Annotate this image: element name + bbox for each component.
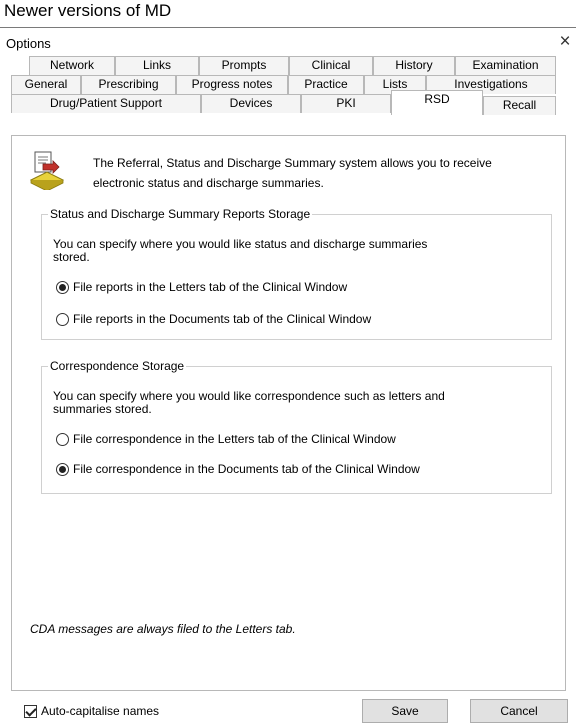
tab-clinical[interactable]: Clinical xyxy=(289,56,373,75)
radio-reports-documents[interactable]: File reports in the Documents tab of the… xyxy=(56,312,371,326)
tab-pki[interactable]: PKI xyxy=(301,94,391,113)
correspondence-group-label: Correspondence Storage xyxy=(48,359,187,373)
tab-devices[interactable]: Devices xyxy=(201,94,301,113)
radio-unselected-indicator[interactable] xyxy=(56,432,69,446)
page-heading: Newer versions of MD xyxy=(4,1,172,20)
radio-correspondence-documents[interactable]: File correspondence in the Documents tab… xyxy=(56,462,420,476)
info-description: The Referral, Status and Discharge Summa… xyxy=(93,153,543,193)
document-arrow-icon xyxy=(29,150,65,192)
radio-reports-letters[interactable]: File reports in the Letters tab of the C… xyxy=(56,280,347,294)
radio-correspondence-letters[interactable]: File correspondence in the Letters tab o… xyxy=(56,432,396,446)
status-desc-line-2: stored. xyxy=(53,250,90,264)
info-line-1: The Referral, Status and Discharge Summa… xyxy=(93,156,492,170)
tab-rsd[interactable]: RSD xyxy=(391,90,483,115)
radio-unselected-indicator[interactable] xyxy=(56,312,69,326)
radio-correspondence-documents-label: File correspondence in the Documents tab… xyxy=(73,462,420,476)
tab-examination[interactable]: Examination xyxy=(455,56,556,75)
status-discharge-group-label: Status and Discharge Summary Reports Sto… xyxy=(48,207,313,221)
status-desc-line-1: You can specify where you would like sta… xyxy=(53,237,428,251)
tab-network[interactable]: Network xyxy=(29,56,115,75)
cancel-button[interactable]: Cancel xyxy=(470,699,568,723)
tab-recall[interactable]: Recall xyxy=(483,96,556,115)
info-line-2: electronic status and discharge summarie… xyxy=(93,176,324,190)
tab-strip: Network Links Prompts Clinical History E… xyxy=(11,56,556,138)
tab-links[interactable]: Links xyxy=(115,56,199,75)
radio-selected-indicator[interactable] xyxy=(56,462,69,476)
radio-selected-indicator[interactable] xyxy=(56,280,69,294)
save-button[interactable]: Save xyxy=(362,699,448,723)
tab-prescribing[interactable]: Prescribing xyxy=(81,75,176,94)
tab-prompts[interactable]: Prompts xyxy=(199,56,289,75)
window-title: Options xyxy=(6,36,51,51)
cda-note: CDA messages are always filed to the Let… xyxy=(30,622,296,636)
radio-reports-letters-label: File reports in the Letters tab of the C… xyxy=(73,280,348,294)
checkbox-checked-indicator[interactable] xyxy=(24,704,37,718)
tab-general[interactable]: General xyxy=(11,75,81,94)
heading-divider xyxy=(0,27,576,28)
status-discharge-description: You can specify where you would like sta… xyxy=(53,238,533,264)
auto-capitalise-label: Auto-capitalise names xyxy=(41,704,160,718)
tab-drug-patient-support[interactable]: Drug/Patient Support xyxy=(11,94,201,113)
tab-history[interactable]: History xyxy=(373,56,455,75)
tab-progress-notes[interactable]: Progress notes xyxy=(176,75,288,94)
correspondence-description: You can specify where you would like cor… xyxy=(53,390,533,416)
tab-practice[interactable]: Practice xyxy=(288,75,364,94)
corr-desc-line-2: summaries stored. xyxy=(53,402,152,416)
close-icon[interactable]: × xyxy=(555,32,575,52)
auto-capitalise-checkbox[interactable]: Auto-capitalise names xyxy=(24,704,159,718)
radio-correspondence-letters-label: File correspondence in the Letters tab o… xyxy=(73,432,396,446)
radio-reports-documents-label: File reports in the Documents tab of the… xyxy=(73,312,372,326)
